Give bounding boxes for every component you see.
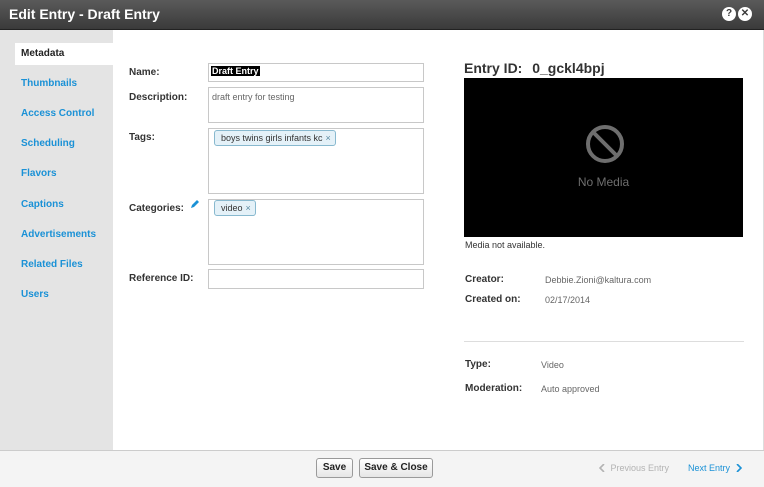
media-player: No Media	[464, 78, 743, 237]
sidebar-item-captions[interactable]: Captions	[0, 194, 113, 216]
save-button[interactable]: Save	[316, 458, 353, 478]
window-title: Edit Entry - Draft Entry	[9, 6, 160, 22]
categories-label: Categories:	[129, 203, 185, 214]
next-entry-label: Next Entry	[688, 463, 731, 473]
previous-entry-link[interactable]: Previous Entry	[598, 463, 670, 474]
tag-chip: boys twins girls infants kc ×	[214, 130, 336, 146]
created-on-label: Created on:	[465, 294, 521, 305]
reference-id-label: Reference ID:	[129, 273, 194, 284]
sidebar: Metadata Thumbnails Access Control Sched…	[0, 30, 113, 450]
close-icon[interactable]: ✕	[738, 7, 752, 21]
tags-label: Tags:	[129, 132, 155, 143]
reference-id-input[interactable]	[208, 269, 424, 289]
previous-entry-label: Previous Entry	[610, 463, 670, 473]
name-input[interactable]: Draft Entry	[208, 63, 424, 82]
media-status: Media not available.	[465, 240, 546, 250]
category-chip: video ×	[214, 200, 256, 216]
moderation-label: Moderation:	[465, 383, 523, 394]
remove-tag-icon[interactable]: ×	[326, 133, 331, 143]
help-icon[interactable]: ?	[722, 7, 736, 21]
save-close-button[interactable]: Save & Close	[359, 458, 433, 478]
creator-label: Creator:	[465, 274, 504, 285]
description-label: Description:	[129, 92, 188, 103]
edit-categories-icon[interactable]	[190, 199, 200, 212]
sidebar-item-metadata[interactable]: Metadata	[15, 43, 113, 65]
sidebar-item-users[interactable]: Users	[0, 284, 113, 306]
sidebar-item-advertisements[interactable]: Advertisements	[0, 224, 113, 246]
description-input[interactable]: draft entry for testing	[208, 87, 424, 123]
divider	[464, 341, 744, 342]
chevron-right-icon	[735, 463, 742, 474]
type-label: Type:	[465, 359, 491, 370]
sidebar-item-scheduling[interactable]: Scheduling	[0, 133, 113, 155]
moderation-value: Auto approved	[541, 384, 600, 394]
no-media-text: No Media	[577, 175, 630, 189]
title-bar: Edit Entry - Draft Entry ? ✕	[0, 0, 764, 30]
entry-id-label: Entry ID:	[464, 60, 523, 76]
tag-label: boys twins girls infants kc	[221, 133, 323, 143]
entry-id-value: 0_gckl4bpj	[532, 60, 605, 76]
sidebar-item-related-files[interactable]: Related Files	[0, 254, 113, 276]
name-label: Name:	[129, 67, 160, 78]
no-media-icon	[585, 124, 625, 167]
sidebar-item-access-control[interactable]: Access Control	[0, 103, 113, 125]
category-label: video	[221, 203, 243, 213]
remove-category-icon[interactable]: ×	[246, 203, 251, 213]
name-value: Draft Entry	[211, 66, 260, 76]
description-value: draft entry for testing	[212, 92, 295, 102]
next-entry-link[interactable]: Next Entry	[688, 463, 742, 474]
sidebar-item-thumbnails[interactable]: Thumbnails	[0, 73, 113, 95]
sidebar-item-flavors[interactable]: Flavors	[0, 163, 113, 185]
creator-value: Debbie.Zioni@kaltura.com	[545, 275, 652, 285]
chevron-left-icon	[598, 463, 605, 474]
entry-id-heading: Entry ID: 0_gckl4bpj	[464, 60, 605, 76]
type-value: Video	[541, 360, 564, 370]
created-on-value: 02/17/2014	[545, 295, 591, 305]
